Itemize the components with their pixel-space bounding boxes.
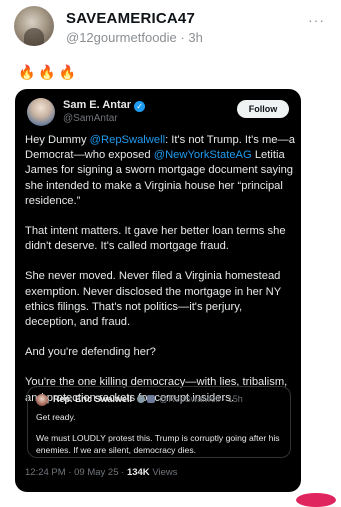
post-text-emojis: 🔥🔥🔥 [18, 64, 80, 80]
quoted-separator: · [222, 394, 226, 404]
quoted-time[interactable]: 15h [228, 394, 243, 404]
quoted-handle[interactable]: @RepSwalwell [159, 394, 220, 404]
post-author-avatar[interactable] [14, 6, 54, 46]
views-count: 134K [126, 467, 150, 478]
body-paragraph-2: That intent matters. It gave her better … [25, 225, 286, 253]
mention-newyorkstateag[interactable]: @NewYorkStateAG [154, 149, 252, 161]
quoted-header: Rep. Eric Swalwell @RepSwalwell · 15h [53, 394, 243, 404]
embedded-author-name[interactable]: Sam E. Antar ✓ [63, 99, 146, 112]
body-paragraph-4: And you're defending her? [25, 346, 156, 359]
embedded-author-avatar[interactable] [27, 98, 55, 126]
body-paragraph-3: She never moved. Never filed a Virginia … [25, 270, 281, 329]
post-time[interactable]: 3h [188, 30, 202, 45]
affiliation-flag-icon [146, 395, 155, 403]
embedded-tweet-body: Hey Dummy @RepSwalwell: It's not Trump. … [25, 133, 295, 421]
follow-button[interactable]: Follow [237, 100, 289, 118]
embedded-author-handle[interactable]: @SamAntar [63, 113, 118, 124]
quoted-text: Get ready. We must LOUDLY protest this. … [36, 411, 284, 465]
more-options-icon[interactable]: ··· [308, 12, 325, 28]
footer-time[interactable]: 12:24 PM [25, 467, 66, 478]
verified-badge-icon: ✓ [134, 101, 146, 112]
body-paragraph-1: Hey Dummy @RepSwalwell: It's not Trump. … [25, 133, 295, 209]
government-badge-icon [136, 395, 145, 403]
quoted-line-1: Get ready. [36, 412, 76, 422]
quoted-tweet[interactable]: Rep. Eric Swalwell @RepSwalwell · 15h Ge… [27, 386, 291, 458]
post-author-name[interactable]: SAVEAMERICA47 [66, 10, 195, 27]
post-meta: @12gourmetfoodie · 3h [66, 30, 203, 45]
quoted-line-2: We must LOUDLY protest this. Trump is co… [36, 433, 280, 455]
footer-separator: · [121, 467, 125, 478]
tweet-footer: 12:24 PM · 09 May 25 · 134K Views [25, 467, 177, 478]
partial-red-element [296, 493, 336, 507]
views-label: Views [152, 467, 178, 478]
embedded-tweet-card[interactable]: Sam E. Antar ✓ @SamAntar Follow Hey Dummy… [15, 89, 301, 492]
body-text: Hey Dummy [25, 134, 90, 146]
footer-date[interactable]: 09 May 25 [74, 467, 118, 478]
meta-separator: · [180, 30, 185, 45]
footer-separator: · [68, 467, 72, 478]
quoted-author-name[interactable]: Rep. Eric Swalwell [53, 394, 132, 404]
quoted-author-avatar[interactable] [36, 394, 48, 406]
post-handle[interactable]: @12gourmetfoodie [66, 30, 177, 45]
mention-repswalwell[interactable]: @RepSwalwell [90, 134, 165, 146]
embedded-author-name-text: Sam E. Antar [63, 99, 132, 111]
